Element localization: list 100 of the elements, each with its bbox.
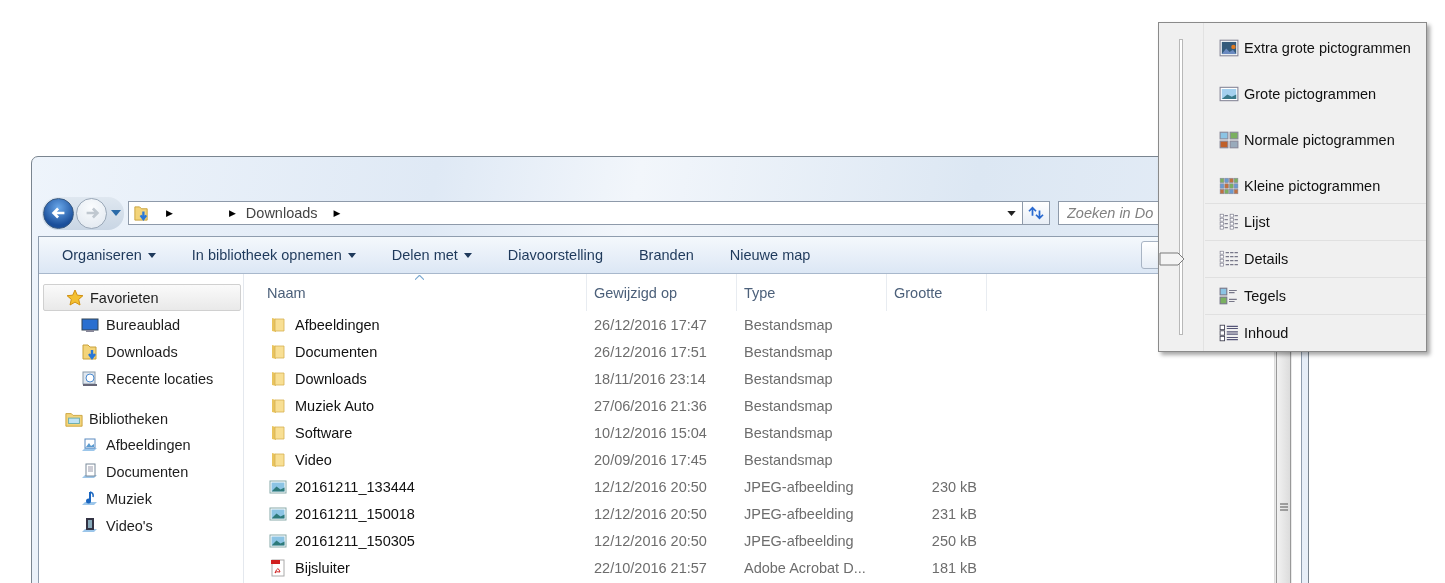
caret-icon <box>147 252 156 258</box>
pdf-file-icon <box>269 558 287 577</box>
file-name: Documenten <box>295 343 378 360</box>
table-cell-text: Bestandsmap <box>743 397 834 414</box>
large-photo-icon <box>1219 39 1239 57</box>
table-cell-text: 26/12/2016 17:51 <box>593 343 708 360</box>
breadcrumb-arrow[interactable]: ▶ <box>333 208 341 218</box>
file-row[interactable]: Video 20/09/2016 17:45 Bestandsmap <box>244 446 977 473</box>
view-menu-item[interactable]: Extra grote pictogrammen <box>1205 35 1426 61</box>
landscape-photo-icon <box>1219 85 1239 103</box>
table-cell-text: Bestandsmap <box>743 343 834 360</box>
monitor-icon <box>81 315 99 334</box>
table-cell-text: 27/06/2016 21:36 <box>593 397 708 414</box>
list-view-icon <box>1219 213 1239 231</box>
documents-library-icon <box>81 462 99 481</box>
table-cell-text: 12/12/2016 20:50 <box>593 478 708 495</box>
column-header[interactable]: Grootte <box>887 274 987 311</box>
view-menu-item[interactable]: Grote pictogrammen <box>1205 81 1426 107</box>
film-icon <box>81 516 99 535</box>
refresh-icon <box>1027 206 1045 220</box>
table-cell-text: Bestandsmap <box>743 370 834 387</box>
table-cell-text: 12/12/2016 20:50 <box>593 532 708 549</box>
folder-icon <box>269 342 287 361</box>
view-menu-item[interactable]: Lijst <box>1205 209 1426 235</box>
file-name: 20161211_133444 <box>295 478 415 495</box>
view-menu-item[interactable]: Details <box>1205 246 1426 272</box>
folder-icon <box>269 423 287 442</box>
toolbar-button[interactable]: Branden <box>629 243 703 267</box>
toolbar-button[interactable]: Organiseren <box>53 243 165 267</box>
address-bar[interactable]: ▶ ▶ Downloads ▶ <box>128 201 1023 225</box>
file-name: Downloads <box>295 370 367 387</box>
breadcrumb-item[interactable]: Downloads <box>245 205 318 221</box>
slider-thumb[interactable] <box>1159 252 1185 266</box>
file-name: Bijsluiter <box>295 559 350 576</box>
toolbar-button[interactable]: In bibliotheek opnemen <box>182 243 365 267</box>
file-row[interactable]: Bijsluiter 22/10/2016 21:57 Adobe Acrobat D... 181 kB <box>244 554 977 581</box>
table-cell-text: 20/09/2016 17:45 <box>593 451 708 468</box>
file-row[interactable]: Documenten 26/12/2016 17:51 Bestandsmap <box>244 338 977 365</box>
file-row[interactable]: 20161211_150018 12/12/2016 20:50 JPEG-afbeelding 231 kB <box>244 500 977 527</box>
column-header[interactable]: Gewijzigd op <box>587 274 737 311</box>
sidebar-item[interactable]: Bureaublad <box>43 311 243 338</box>
image-file-icon <box>269 504 287 523</box>
recent-places-icon <box>81 369 99 388</box>
breadcrumb-arrow[interactable]: ▶ <box>228 208 236 218</box>
table-cell-text: 12/12/2016 20:50 <box>593 505 708 522</box>
view-menu-item[interactable]: Normale pictogrammen <box>1205 127 1426 153</box>
table-cell-text: 10/12/2016 15:04 <box>593 424 708 441</box>
table-cell-text: JPEG-afbeelding <box>743 478 855 495</box>
table-cell-text: 18/11/2016 23:14 <box>593 370 707 387</box>
table-cell-text: Bestandsmap <box>743 451 834 468</box>
image-file-icon <box>269 477 287 496</box>
sidebar-item[interactable]: Downloads <box>43 338 243 365</box>
table-cell-text: 22/10/2016 21:57 <box>593 559 708 576</box>
view-menu-item[interactable]: Tegels <box>1205 283 1426 309</box>
pictures-library-icon <box>81 435 99 454</box>
file-name: 20161211_150305 <box>295 532 415 549</box>
details-view-icon <box>1219 250 1239 268</box>
file-row[interactable]: 20161211_150305 12/12/2016 20:50 JPEG-afbeelding 250 kB <box>244 527 977 554</box>
toolbar-button[interactable]: Delen met <box>382 243 481 267</box>
table-cell-text: JPEG-afbeelding <box>743 505 855 522</box>
table-cell-text: 26/12/2016 17:47 <box>593 316 708 333</box>
file-row[interactable]: Afbeeldingen 26/12/2016 17:47 Bestandsmap <box>244 311 977 338</box>
sidebar-item[interactable]: Video's <box>43 512 243 539</box>
column-header[interactable]: Type <box>737 274 887 311</box>
recent-pages-dropdown[interactable] <box>111 210 121 216</box>
thumbnail-grid-icon <box>1219 131 1239 149</box>
file-name: Muziek Auto <box>295 397 374 414</box>
view-menu-item[interactable]: Kleine pictogrammen <box>1205 173 1426 199</box>
back-button[interactable] <box>43 197 74 229</box>
toolbar-button[interactable]: Diavoorstelling <box>498 243 612 267</box>
sidebar-item[interactable]: Documenten <box>43 458 243 485</box>
sidebar-item[interactable]: Afbeeldingen <box>43 431 243 458</box>
file-row[interactable]: 20161211_133444 12/12/2016 20:50 JPEG-afbeelding 230 kB <box>244 473 977 500</box>
file-name: Software <box>295 424 353 441</box>
sidebar-header[interactable]: Favorieten <box>43 284 241 311</box>
file-row[interactable]: Downloads 18/11/2016 23:14 Bestandsmap <box>244 365 977 392</box>
dropdown-arrow-icon[interactable] <box>1007 210 1016 216</box>
caret-icon <box>463 252 472 258</box>
view-menu-item[interactable]: Inhoud <box>1205 320 1426 346</box>
sidebar-item[interactable]: Recente locaties <box>43 365 243 392</box>
table-cell-text: 250 kB <box>930 532 977 549</box>
sort-caret-icon <box>415 275 424 280</box>
table-cell-text: 231 kB <box>930 505 977 522</box>
refresh-button[interactable] <box>1022 201 1050 225</box>
table-cell-text: JPEG-afbeelding <box>743 532 855 549</box>
file-name: 20161211_150018 <box>295 505 415 522</box>
sidebar-item[interactable]: Muziek <box>43 485 243 512</box>
column-header[interactable]: Naam <box>244 274 587 311</box>
file-row[interactable]: Software 10/12/2016 15:04 Bestandsmap <box>244 419 977 446</box>
sidebar-header[interactable]: Bibliotheken <box>43 406 243 431</box>
folder-icon <box>269 396 287 415</box>
music-note-icon <box>81 489 99 508</box>
table-cell-text: 230 kB <box>930 478 977 495</box>
breadcrumb-arrow[interactable]: ▶ <box>166 208 173 218</box>
image-file-icon <box>269 531 287 550</box>
file-name: Afbeeldingen <box>295 316 380 333</box>
folder-icon <box>269 450 287 469</box>
star-icon <box>66 288 84 307</box>
file-row[interactable]: Muziek Auto 27/06/2016 21:36 Bestandsmap <box>244 392 977 419</box>
toolbar-button[interactable]: Nieuwe map <box>720 243 820 267</box>
